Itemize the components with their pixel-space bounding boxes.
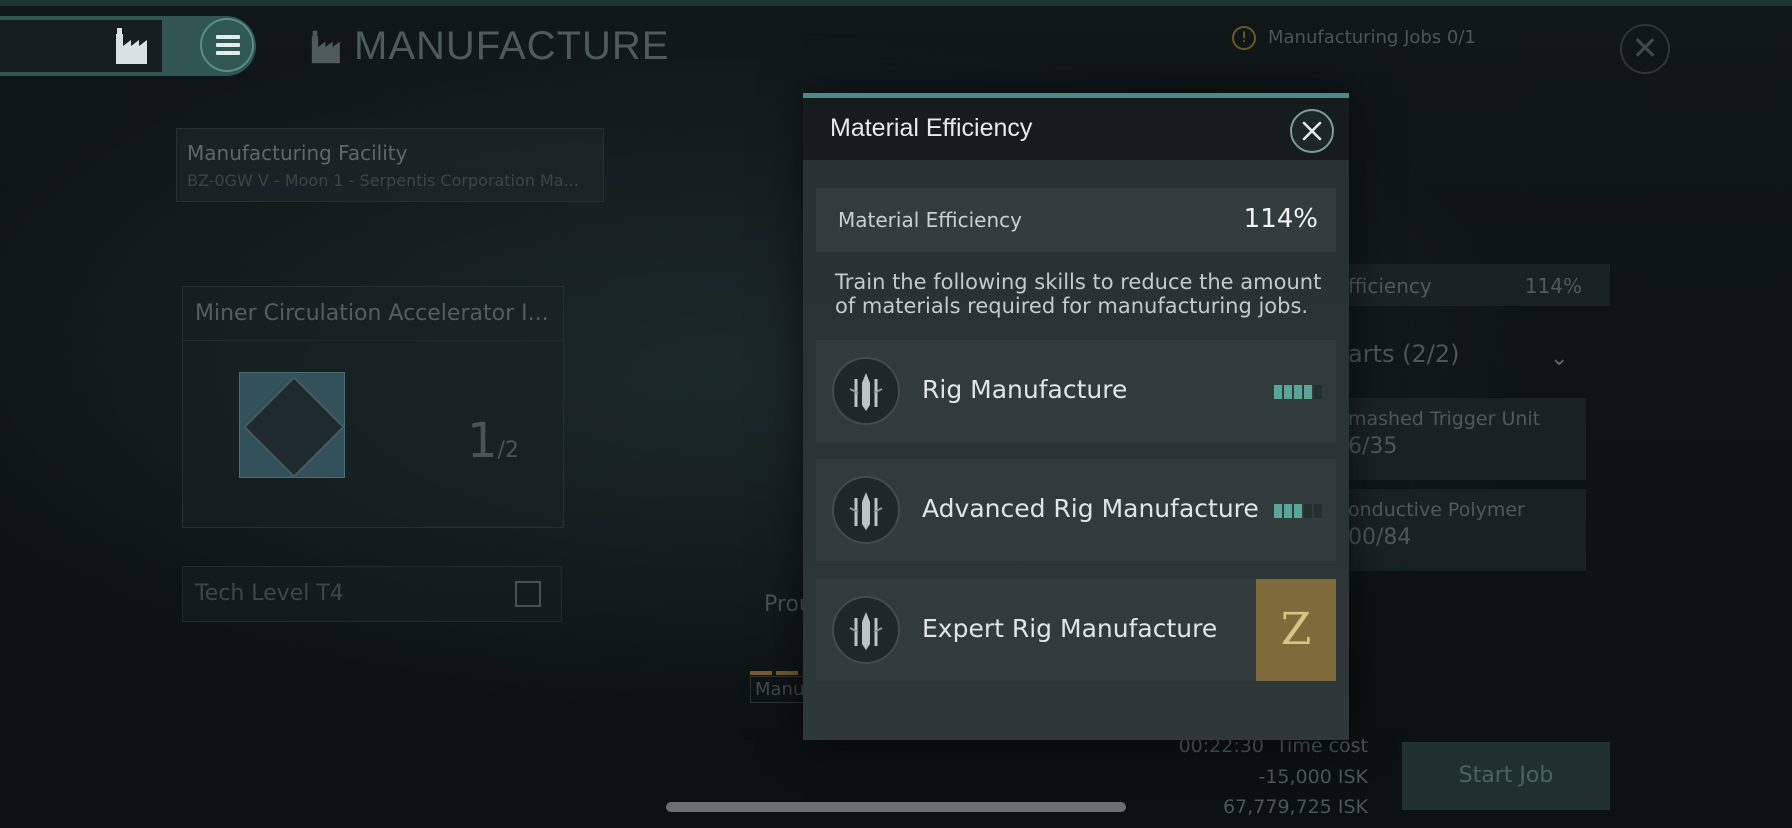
facility-location: BZ-0GW V - Moon 1 - Serpentis Corporatio… bbox=[187, 171, 579, 190]
blueprint-count-total: /2 bbox=[497, 438, 519, 463]
skill-name: Advanced Rig Manufacture bbox=[922, 494, 1259, 523]
skill-item-advanced-rig-manufacture[interactable]: Advanced Rig Manufacture bbox=[816, 459, 1336, 561]
skill-level-segment bbox=[1284, 504, 1292, 518]
close-screen-button[interactable]: ✕ bbox=[1620, 24, 1670, 74]
skill-item-rig-manufacture[interactable]: Rig Manufacture bbox=[816, 340, 1336, 442]
efficiency-summary-row: Material Efficiency 114% bbox=[816, 188, 1336, 252]
skill-name: Expert Rig Manufacture bbox=[922, 614, 1218, 643]
right-efficiency-value: 114% bbox=[1524, 274, 1582, 298]
manufacturing-facility-panel[interactable]: Manufacturing Facility BZ-0GW V - Moon 1… bbox=[176, 128, 604, 202]
efficiency-value: 114% bbox=[1243, 204, 1318, 234]
skill-level-segment bbox=[1304, 504, 1312, 518]
isk-balance: 67,779,725 ISK bbox=[1223, 796, 1368, 818]
blueprint-count-value: 1 bbox=[467, 413, 498, 469]
tech-level-label: Tech Level T4 bbox=[195, 581, 344, 606]
skill-level-segment bbox=[1294, 504, 1302, 518]
page-title: MANUFACTURE bbox=[354, 24, 670, 68]
start-job-button[interactable]: Start Job bbox=[1402, 742, 1610, 810]
chevron-down-icon[interactable]: ⌄ bbox=[1550, 346, 1568, 371]
dialog-header: Material Efficiency bbox=[803, 98, 1349, 160]
tech-level-selector[interactable]: Tech Level T4 bbox=[182, 566, 562, 622]
skill-name: Rig Manufacture bbox=[922, 375, 1128, 404]
warning-icon: ! bbox=[1232, 26, 1256, 50]
skill-item-expert-rig-manufacture[interactable]: Expert Rig Manufacture Z bbox=[816, 579, 1336, 681]
skill-level-segment bbox=[1274, 504, 1282, 518]
blueprint-item-icon bbox=[243, 376, 345, 478]
part-name: mashed Trigger Unit bbox=[1348, 408, 1541, 430]
dialog-description: Train the following skills to reduce the… bbox=[835, 270, 1322, 318]
skill-icon bbox=[832, 596, 900, 664]
blueprint-card[interactable]: Miner Circulation Accelerator I... 1/2 bbox=[182, 286, 564, 528]
skill-level-segment bbox=[1274, 385, 1282, 399]
jobs-status-text: Manufacturing Jobs 0/1 bbox=[1268, 27, 1476, 48]
skill-level-segment bbox=[1314, 385, 1322, 399]
locked-skill-badge[interactable]: Z bbox=[1256, 579, 1336, 681]
manufacturing-jobs-status: ! Manufacturing Jobs 0/1 bbox=[1232, 26, 1476, 50]
skill-level-bar bbox=[1274, 503, 1324, 522]
manufacture-tab[interactable]: Manu bbox=[750, 676, 810, 703]
skill-level-segment bbox=[1314, 504, 1322, 518]
isk-cost: -15,000 ISK bbox=[1258, 766, 1368, 788]
part-quantity: 6/35 bbox=[1348, 434, 1398, 459]
skill-level-bar bbox=[1274, 384, 1324, 403]
close-icon bbox=[1302, 121, 1322, 141]
skill-level-segment bbox=[1294, 385, 1302, 399]
title-factory-icon bbox=[311, 30, 340, 64]
facility-label: Manufacturing Facility bbox=[187, 141, 408, 165]
part-name: onductive Polymer bbox=[1348, 499, 1525, 521]
dialog-close-button[interactable] bbox=[1290, 109, 1334, 153]
blueprint-thumbnail bbox=[239, 372, 345, 478]
skill-level-segment bbox=[1284, 385, 1292, 399]
right-efficiency-row[interactable]: fficiency 114% bbox=[1340, 264, 1610, 306]
checkbox-icon[interactable] bbox=[515, 581, 541, 607]
blueprint-name: Miner Circulation Accelerator I... bbox=[183, 287, 563, 341]
efficiency-label: Material Efficiency bbox=[838, 208, 1022, 232]
menu-line-icon bbox=[216, 35, 240, 39]
top-accent-line bbox=[0, 0, 1792, 6]
menu-button[interactable] bbox=[200, 18, 254, 72]
menu-line-icon bbox=[216, 51, 240, 55]
menu-line-icon bbox=[216, 43, 240, 47]
material-efficiency-dialog: Material Efficiency Material Efficiency … bbox=[803, 93, 1349, 740]
skill-icon bbox=[832, 476, 900, 544]
home-indicator[interactable] bbox=[666, 802, 1126, 812]
dialog-title: Material Efficiency bbox=[830, 114, 1033, 142]
part-quantity: 00/84 bbox=[1348, 525, 1412, 550]
part-item[interactable]: mashed Trigger Unit 6/35 bbox=[1340, 398, 1586, 480]
part-item[interactable]: onductive Polymer 00/84 bbox=[1340, 489, 1586, 571]
skill-level-segment bbox=[1304, 385, 1312, 399]
parts-header[interactable]: arts (2/2) bbox=[1348, 340, 1459, 368]
skill-icon bbox=[832, 357, 900, 425]
blueprint-count: 1/2 bbox=[467, 413, 519, 469]
right-efficiency-label: fficiency bbox=[1348, 274, 1432, 298]
factory-icon[interactable] bbox=[114, 26, 156, 66]
